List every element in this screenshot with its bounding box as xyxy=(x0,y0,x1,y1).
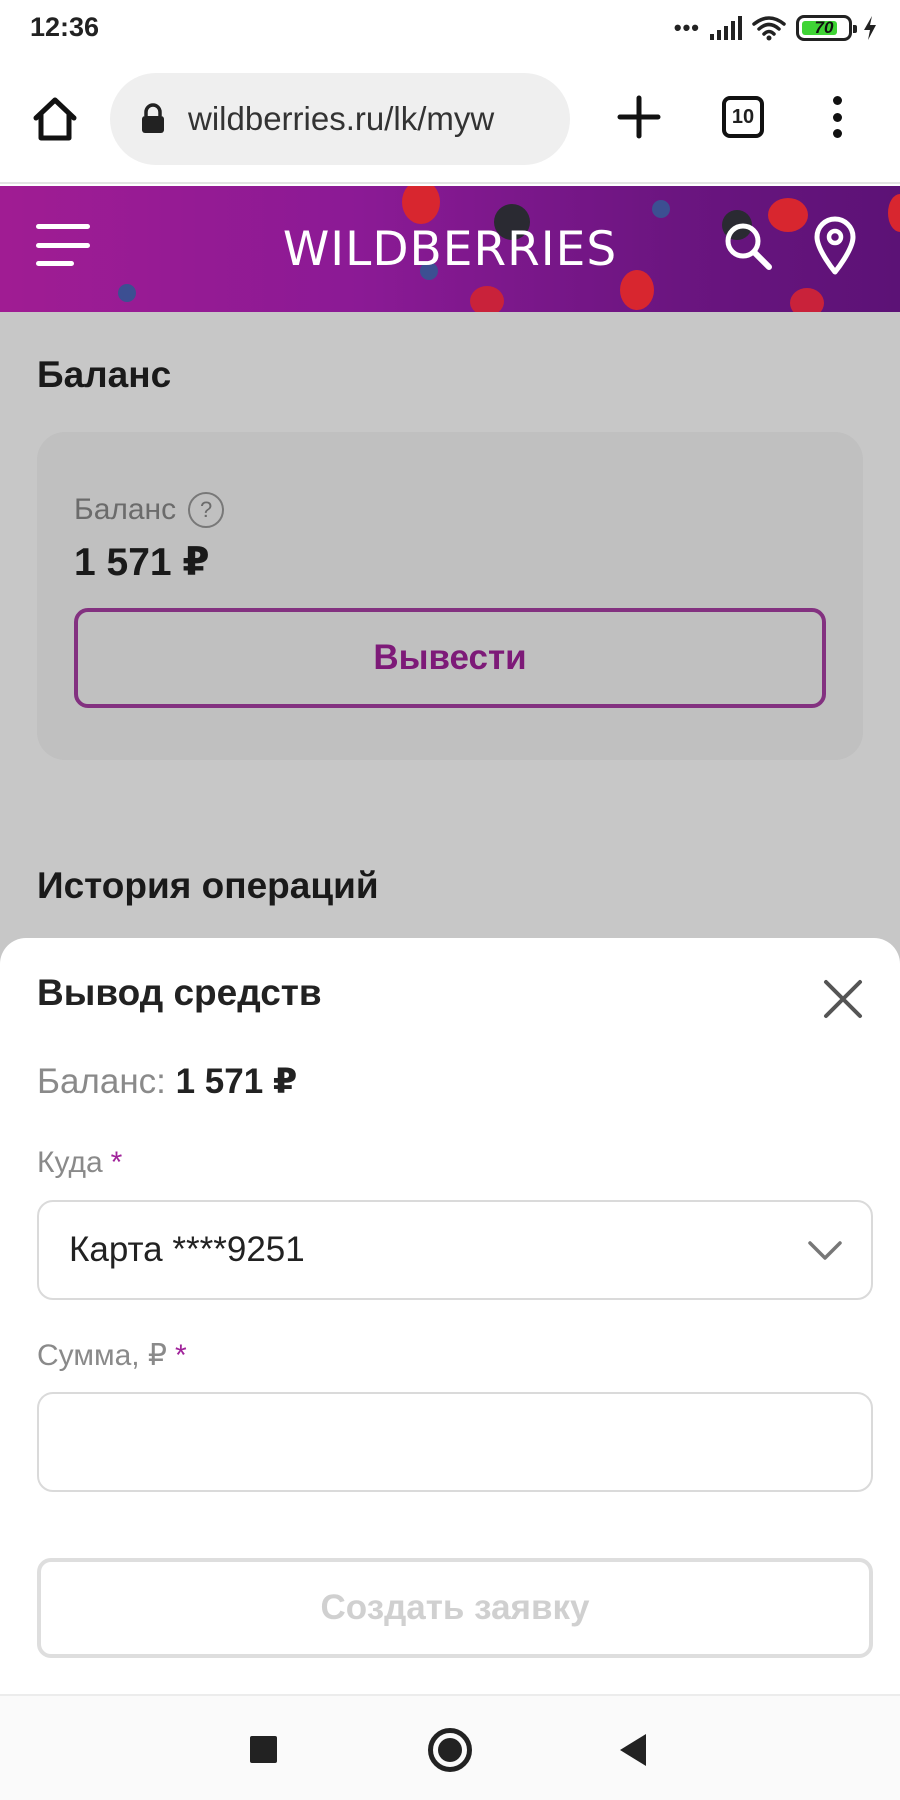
amount-input[interactable] xyxy=(37,1392,873,1492)
blueberry-decoration xyxy=(652,200,670,218)
withdraw-sheet: Вывод средств Баланс: 1 571 ₽ Куда * Карт… xyxy=(0,938,900,1694)
close-icon[interactable] xyxy=(822,978,864,1020)
raspberry-decoration xyxy=(470,286,504,312)
url-text: wildberries.ru/lk/myw xyxy=(188,100,495,137)
chevron-down-icon xyxy=(808,1241,842,1260)
recent-apps-icon[interactable] xyxy=(250,1736,277,1763)
kebab-menu-icon[interactable] xyxy=(822,92,852,142)
strawberry-decoration xyxy=(402,186,440,224)
address-bar[interactable]: wildberries.ru/lk/myw xyxy=(110,73,570,165)
wifi-icon xyxy=(752,16,786,41)
required-mark: * xyxy=(110,1146,123,1179)
sheet-balance-label: Баланс: xyxy=(37,1062,176,1101)
tab-count: 10 xyxy=(731,105,755,128)
required-mark: * xyxy=(175,1339,187,1372)
signal-icon xyxy=(710,16,742,40)
search-icon[interactable] xyxy=(722,220,774,272)
home-circle-icon[interactable] xyxy=(428,1728,472,1772)
amount-label-row: Сумма, ₽ * xyxy=(37,1338,187,1373)
destination-value: Карта ****9251 xyxy=(69,1230,305,1269)
lock-icon xyxy=(142,103,164,133)
system-nav-bar xyxy=(0,1694,900,1800)
charging-icon xyxy=(864,16,876,40)
create-request-button[interactable]: Создать заявку xyxy=(37,1558,873,1658)
destination-label: Куда xyxy=(37,1146,103,1179)
status-icons: ••• 70 xyxy=(674,12,878,44)
status-time: 12:36 xyxy=(30,12,100,42)
status-bar: 12:36 ••• 70 xyxy=(0,0,900,56)
back-icon[interactable] xyxy=(620,1734,646,1766)
blueberry-decoration xyxy=(118,284,136,302)
home-icon[interactable] xyxy=(30,94,80,144)
sheet-title: Вывод средств xyxy=(37,972,322,1013)
sheet-balance-value: 1 571 ₽ xyxy=(175,1062,298,1101)
plus-icon[interactable] xyxy=(614,92,664,142)
destination-label-row: Куда * xyxy=(37,1146,122,1180)
location-pin-icon[interactable] xyxy=(812,216,858,276)
destination-select[interactable]: Карта ****9251 xyxy=(37,1200,873,1300)
tabs-icon[interactable]: 10 xyxy=(722,96,764,138)
amount-label: Сумма, ₽ xyxy=(37,1339,168,1372)
site-header: WILDBERRIES xyxy=(0,186,900,312)
browser-toolbar: wildberries.ru/lk/myw 10 xyxy=(0,56,900,184)
notification-dots: ••• xyxy=(673,15,700,40)
battery-icon: 70 xyxy=(796,15,857,41)
raspberry-decoration xyxy=(790,288,824,312)
battery-level: 70 xyxy=(814,18,834,37)
sheet-balance: Баланс: 1 571 ₽ xyxy=(37,1062,297,1102)
